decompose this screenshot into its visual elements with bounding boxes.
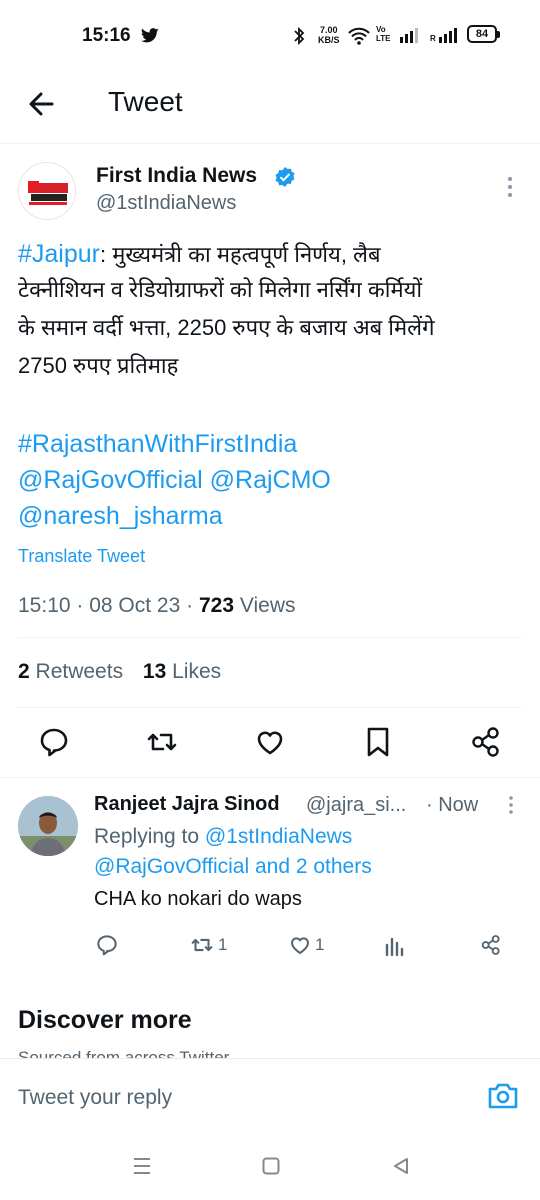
analytics-icon [385,937,404,957]
reply-text: CHA ko nokari do waps [94,888,302,910]
twitter-bird-icon [141,28,159,43]
status-bar [0,0,540,70]
hashtag-link[interactable]: #Jaipur [18,240,100,268]
reply-display-name[interactable]: Ranjeet Jajra Sinod [94,793,280,816]
battery-indicator: 84 [467,25,500,43]
bookmark-button[interactable] [360,724,396,760]
tweet-meta: 15:10 · 08 Oct 23 · 723 Views [18,594,296,617]
back-nav-icon[interactable] [392,1157,410,1175]
display-name[interactable]: First India News [96,164,257,188]
mention-link[interactable]: @1stIndiaNews [205,825,352,848]
discover-more-heading: Discover more [18,1006,192,1034]
mention-link[interactable]: @RajCMO [210,466,331,494]
camera-icon[interactable] [487,1081,519,1111]
translate-tweet-link[interactable]: Translate Tweet [18,546,145,567]
home-icon[interactable] [262,1157,280,1175]
heart-icon [291,937,309,954]
wifi-icon [348,27,370,45]
username[interactable]: @1stIndiaNews [96,192,236,215]
avatar[interactable] [18,162,76,220]
retweet-icon [147,733,177,751]
likes-stat[interactable]: 13 Likes [143,660,221,683]
reply-analytics-button[interactable] [383,932,407,958]
recent-apps-icon[interactable] [132,1157,152,1175]
back-button[interactable] [22,86,62,122]
verified-badge-icon [275,167,295,187]
share-icon [472,727,499,757]
tweet-date: 08 Oct 23 [89,594,181,617]
mention-link[interactable]: @RajGovOfficial [18,466,203,494]
heart-icon [257,731,283,755]
tweet-text: #Jaipur: मुख्यमंत्री का महत्वपूर्ण निर्ण… [18,240,435,378]
replying-to-others[interactable]: @RajGovOfficial and 2 others [94,855,372,879]
mention-link[interactable]: @naresh_jsharma [18,502,223,531]
replying-to: Replying to @1stIndiaNews [94,825,353,848]
signal-strength-icon [439,28,457,43]
like-button[interactable] [252,724,288,760]
share-icon [481,935,500,955]
section-divider [0,777,540,778]
reply-timestamp: · Now [426,794,479,816]
reply-retweet-button[interactable]: 1 [188,932,227,958]
stats-row: 2 Retweets 13 Likes [18,660,221,684]
header-divider [0,143,540,144]
reply-reply-button[interactable] [94,932,120,958]
more-options-icon[interactable] [500,176,520,198]
discover-more-subtitle: Sourced from across Twitter [18,1048,230,1058]
like-count: 1 [315,935,325,954]
volte-label: Vo LTE [376,25,391,43]
avatar[interactable] [18,796,78,856]
more-options-icon[interactable] [504,795,518,815]
divider [18,637,522,638]
tweet-time: 15:10 [18,594,71,617]
retweet-button[interactable] [144,724,180,760]
reply-button[interactable] [36,724,72,760]
retweet-count: 1 [218,935,228,954]
user-photo [18,796,78,856]
share-button[interactable] [468,724,504,760]
views-count: 723 [198,594,235,617]
retweet-icon [191,938,213,952]
page-title: Tweet [108,86,183,117]
reply-username[interactable]: @jajra_si... [306,794,406,817]
reply-icon [40,728,68,757]
reply-icon [97,935,117,956]
arrow-left-icon [29,92,54,116]
reply-share-button[interactable] [479,932,503,958]
status-time: 15:16 [82,25,131,46]
signal-strength-icon [400,28,418,43]
bluetooth-icon [294,26,305,46]
retweets-stat[interactable]: 2 Retweets [18,660,123,683]
hashtag-link[interactable]: #RajasthanWithFirstIndia [18,430,297,459]
network-speed: 7.00 KB/S [318,25,340,45]
reply-like-button[interactable]: 1 [287,932,324,958]
reply-input[interactable]: Tweet your reply [18,1086,172,1110]
first-india-logo [25,178,71,206]
divider [18,707,522,708]
bookmark-icon [367,727,389,757]
